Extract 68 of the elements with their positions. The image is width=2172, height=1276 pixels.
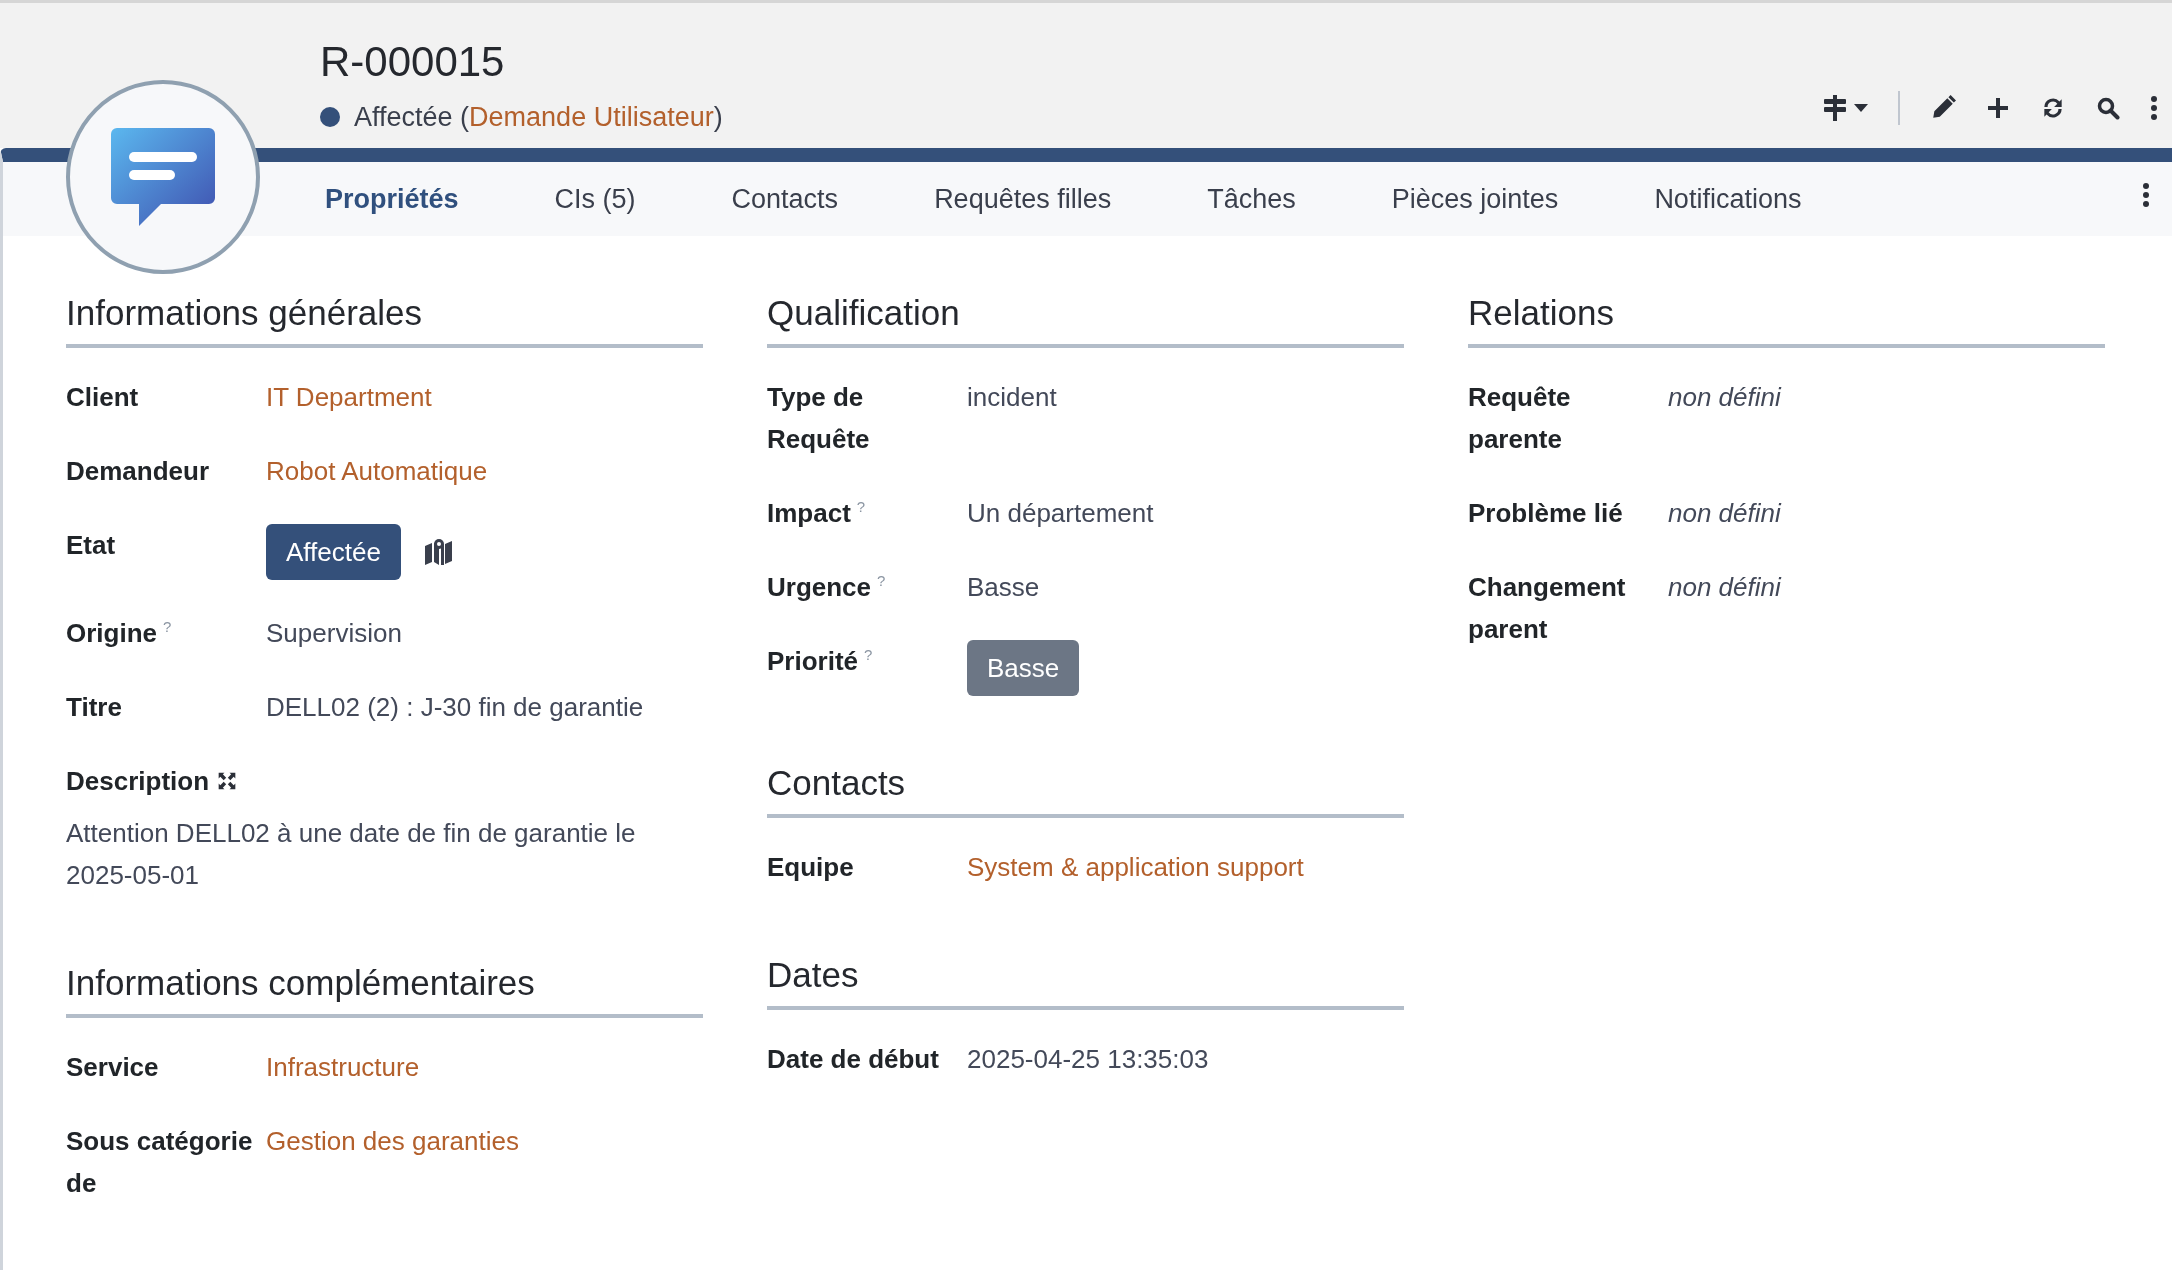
- request-type-link[interactable]: Demande Utilisateur: [469, 102, 714, 132]
- field-label: Description: [66, 765, 210, 798]
- map-pin-icon: [424, 538, 453, 566]
- field-label: Service: [66, 1051, 160, 1084]
- workflow-map-button[interactable]: [424, 538, 453, 566]
- field-value: non défini: [1668, 571, 1781, 604]
- workflow-dropdown-button[interactable]: [1822, 95, 1868, 121]
- field-label: Urgence $^{?}$: [767, 571, 887, 604]
- field-value-link[interactable]: System & application support: [967, 846, 1304, 888]
- field-label: Client: [66, 381, 140, 414]
- field-label: Titre: [66, 691, 123, 724]
- expand-button[interactable]: [217, 771, 238, 791]
- field-value: 2025-04-25 13:35:03: [967, 1043, 1209, 1076]
- tab[interactable]: Notifications: [1606, 178, 1850, 220]
- field-value: non défini: [1668, 381, 1781, 414]
- caret-icon: [1854, 104, 1868, 112]
- field-label: Requête parente: [1468, 381, 1572, 456]
- field-label: Origine $^{?}$: [66, 617, 173, 650]
- section-heading: Informations complémentaires: [66, 962, 703, 1018]
- kebab-icon: [2142, 182, 2150, 207]
- add-button[interactable]: [1986, 96, 2010, 120]
- tab[interactable]: Requêtes filles: [886, 178, 1160, 220]
- field-value: non défini: [1668, 497, 1781, 530]
- field-label: Problème lié: [1468, 497, 1624, 530]
- field-label: Demandeur: [66, 455, 211, 488]
- kebab-icon: [2150, 96, 2158, 120]
- section-heading: Informations générales: [66, 292, 703, 348]
- field-label: Priorité $^{?}$: [767, 645, 874, 678]
- section-heading: Qualification: [767, 292, 1404, 348]
- edit-button[interactable]: [1930, 95, 1956, 121]
- more-button[interactable]: [2150, 96, 2158, 120]
- tab[interactable]: Tâches: [1159, 178, 1344, 220]
- section-heading: Contacts: [767, 762, 1404, 818]
- chat-bubble-icon: [111, 128, 215, 226]
- pencil-icon: [1930, 95, 1956, 121]
- search-button[interactable]: [2096, 96, 2120, 120]
- field-label: Equipe: [767, 851, 855, 884]
- search-icon: [2096, 96, 2120, 120]
- tab[interactable]: Pièces jointes: [1343, 178, 1607, 220]
- status-text: Affectée (Demande Utilisateur): [354, 101, 723, 134]
- description-text: Attention DELL02 à une date de fin de garantie le 2025-05-01: [66, 817, 637, 892]
- request-title: R-000015: [320, 37, 506, 83]
- field-label: Impact $^{?}$: [767, 497, 867, 530]
- field-value: Basse: [967, 571, 1040, 604]
- plus-icon: [1986, 96, 2010, 120]
- tabs-more-button[interactable]: [2142, 182, 2150, 207]
- field-value: Un département: [967, 497, 1154, 530]
- field-value-link[interactable]: Robot Automatique: [266, 450, 488, 492]
- expand-icon: [217, 771, 238, 791]
- field-label: Date de début: [767, 1043, 940, 1076]
- field-label: Sous catégorie de: [66, 1125, 254, 1200]
- field-label: Type de Requête: [767, 381, 871, 456]
- field-value-link[interactable]: Gestion des garanties: [266, 1120, 519, 1204]
- field-label: Changement parent: [1468, 571, 1627, 646]
- field-value-link[interactable]: Infrastructure: [266, 1046, 420, 1088]
- tab[interactable]: Propriétés: [277, 178, 507, 220]
- field-label: Etat: [66, 529, 117, 562]
- priority-badge: Basse: [967, 640, 1080, 696]
- signpost-icon: [1822, 95, 1848, 121]
- field-value: incident: [967, 381, 1057, 414]
- tab[interactable]: Contacts: [683, 178, 887, 220]
- field-value: Supervision: [266, 617, 402, 650]
- field-value-link[interactable]: IT Department: [266, 376, 432, 418]
- tab[interactable]: CIs (5): [506, 178, 684, 220]
- state-button[interactable]: Affectée: [266, 524, 401, 580]
- section-heading: Relations: [1468, 292, 2105, 348]
- field-value: DELL02 (2) : J-30 fin de garantie: [266, 691, 644, 724]
- section-heading: Dates: [767, 954, 1404, 1010]
